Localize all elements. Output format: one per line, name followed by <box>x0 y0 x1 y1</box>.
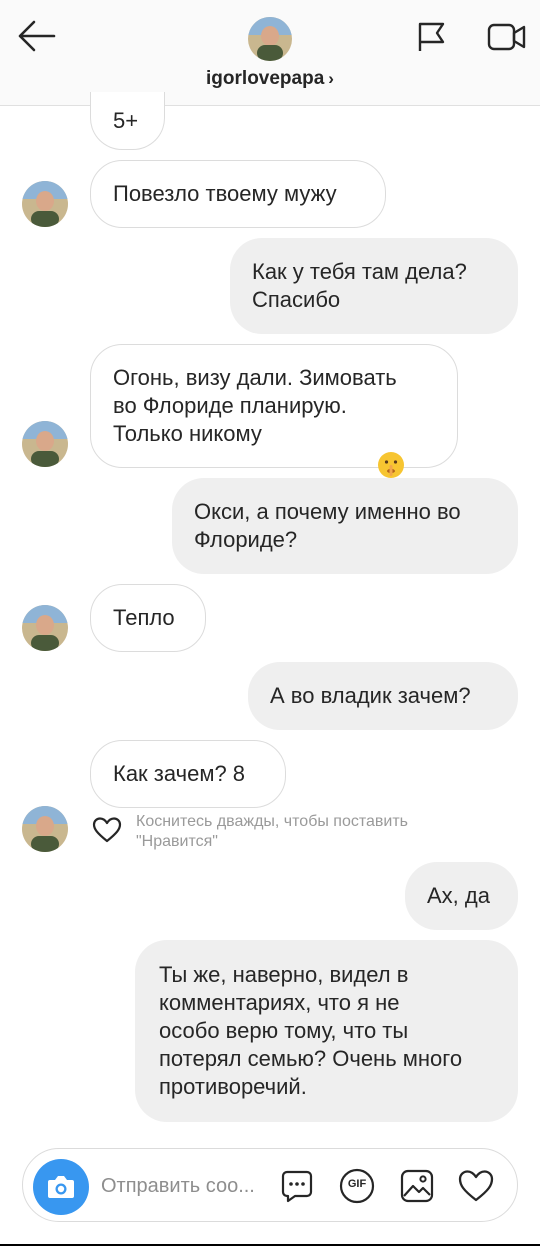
username-link[interactable]: igorlovepapa › <box>0 68 540 90</box>
message-text: Окси, а почему именно во Флориде? <box>194 499 461 552</box>
sender-avatar[interactable] <box>22 421 68 467</box>
gif-label: GIF <box>347 1178 367 1190</box>
header-avatar[interactable] <box>248 17 292 61</box>
heart-icon[interactable] <box>457 1168 494 1204</box>
flag-icon[interactable] <box>414 20 448 54</box>
message-text: А во владик зачем? <box>270 683 471 708</box>
message-text: Тепло <box>113 605 175 630</box>
message-text: 5+ <box>113 107 139 133</box>
message-bubble-incoming[interactable]: Повезло твоему мужу <box>90 160 386 228</box>
message-bubble-incoming[interactable]: 5+ <box>90 92 165 150</box>
username: igorlovepapa <box>206 68 325 89</box>
message-text: Ты же, наверно, видел в комментариях, чт… <box>159 962 463 1099</box>
message-bubble-outgoing[interactable]: А во владик зачем? <box>248 662 518 730</box>
sender-avatar[interactable] <box>22 605 68 651</box>
chevron-right-icon: › <box>328 69 334 88</box>
camera-icon[interactable] <box>33 1159 89 1215</box>
message-text: Как зачем? 8 <box>113 761 246 786</box>
double-tap-like-hint: Коснитесь дважды, чтобы поставить "Нрави… <box>136 813 409 850</box>
sticker-icon[interactable] <box>279 1168 315 1204</box>
message-bubble-incoming[interactable]: Огонь, визу дали. Зимовать во Флориде пл… <box>90 344 458 478</box>
message-composer: GIF <box>22 1148 518 1222</box>
message-text: Огонь, визу дали. Зимовать во Флориде пл… <box>113 365 397 446</box>
message-bubble-incoming[interactable]: Тепло <box>90 584 206 652</box>
sender-avatar[interactable] <box>22 806 68 852</box>
gallery-icon[interactable] <box>399 1168 435 1204</box>
gif-icon[interactable]: GIF <box>339 1168 375 1204</box>
sender-avatar[interactable] <box>22 181 68 227</box>
message-text: Повезло твоему мужу <box>113 181 337 206</box>
shushing-face-emoji <box>377 423 405 478</box>
message-bubble-incoming[interactable]: Как зачем? 8 <box>90 740 286 808</box>
message-bubble-outgoing[interactable]: Как у тебя там дела? Спасибо <box>230 238 518 334</box>
heart-icon[interactable] <box>92 816 122 844</box>
message-input[interactable] <box>101 1171 271 1201</box>
message-bubble-outgoing[interactable]: Окси, а почему именно во Флориде? <box>172 478 518 574</box>
message-text: Как у тебя там дела? Спасибо <box>252 259 467 312</box>
message-bubble-outgoing[interactable]: Ах, да <box>405 862 518 930</box>
message-bubble-outgoing[interactable]: Ты же, наверно, видел в комментариях, чт… <box>135 940 518 1122</box>
video-camera-icon[interactable] <box>486 20 528 54</box>
message-text: Ах, да <box>427 883 490 908</box>
chat-header: igorlovepapa › <box>0 0 540 106</box>
back-arrow-icon[interactable] <box>14 16 58 56</box>
